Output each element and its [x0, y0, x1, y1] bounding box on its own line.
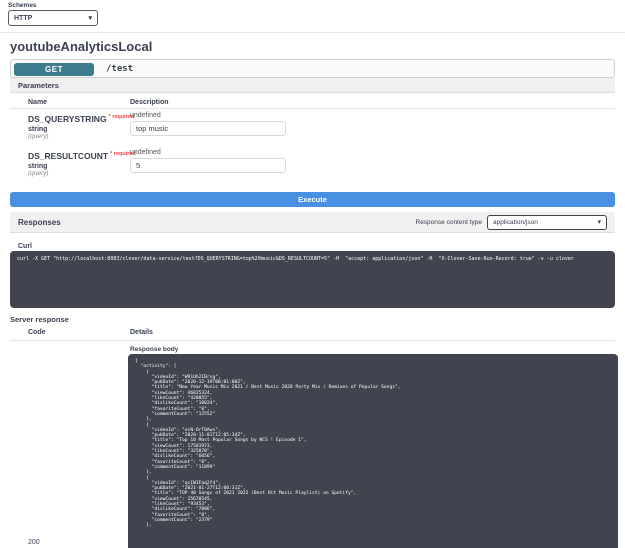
operation-block[interactable]: GET /test: [10, 59, 615, 78]
chevron-down-icon: ▾: [88, 15, 92, 22]
parameters-title: Parameters: [18, 80, 59, 90]
swagger-ui-page: Schemes HTTP ▾ youtubeAnalyticsLocal GET…: [0, 0, 625, 548]
param-type: string: [28, 126, 48, 133]
response-content-type-label: Response content type: [415, 218, 483, 226]
divider: [0, 32, 625, 33]
responses-title: Responses: [18, 217, 61, 227]
response-body-json: { "activity": [ { "videoId": "W91Uh2IBrs…: [135, 359, 401, 529]
column-header-code: Code: [28, 329, 46, 336]
column-header-description: Description: [130, 99, 169, 106]
execute-button[interactable]: Execute: [10, 192, 615, 207]
column-header-name: Name: [28, 99, 48, 106]
response-content-type-value: application/json: [493, 218, 538, 226]
chevron-down-icon: ▾: [597, 219, 601, 226]
responses-section-header: Responses Response content type applicat…: [10, 212, 615, 233]
param-description: undefined: [130, 112, 161, 119]
parameters-section-header: Parameters: [10, 78, 615, 93]
page-title: youtubeAnalyticsLocal: [10, 39, 153, 54]
param-location: (query): [28, 170, 49, 177]
schemes-label: Schemes: [8, 2, 37, 9]
operation-path: /test: [106, 64, 134, 74]
schemes-selected-value: HTTP: [14, 14, 33, 22]
response-content-type-select[interactable]: application/json ▾: [487, 214, 607, 230]
status-code: 200: [28, 539, 40, 546]
response-content-type-wrap: Response content type application/json ▾: [415, 214, 607, 230]
param-input-ds-resultcount[interactable]: [130, 158, 286, 173]
param-name-ds-resultcount: DS_RESULTCOUNT * required: [28, 151, 136, 161]
param-location: (query): [28, 133, 49, 140]
param-name-text: DS_RESULTCOUNT: [28, 151, 109, 161]
curl-code-block[interactable]: curl -X GET "http://localhost:8083/clove…: [10, 251, 615, 308]
column-header-details: Details: [130, 329, 153, 336]
param-name-text: DS_QUERYSTRING: [28, 114, 107, 124]
response-body-label: Response body: [130, 346, 179, 353]
curl-command: curl -X GET "http://localhost:8083/clove…: [17, 256, 574, 262]
curl-label: Curl: [18, 243, 32, 250]
table-header-divider: [10, 340, 615, 341]
table-header-divider: [10, 108, 615, 109]
http-method-badge: GET: [14, 62, 94, 76]
param-input-ds-querystring[interactable]: [130, 121, 286, 136]
param-name-ds-querystring: DS_QUERYSTRING * required: [28, 114, 134, 124]
schemes-select[interactable]: HTTP ▾: [8, 10, 98, 26]
param-description: undefined: [130, 149, 161, 156]
response-body-block[interactable]: { "activity": [ { "videoId": "W91Uh2IBrs…: [128, 354, 618, 548]
server-response-label: Server response: [10, 315, 69, 324]
param-type: string: [28, 163, 48, 170]
